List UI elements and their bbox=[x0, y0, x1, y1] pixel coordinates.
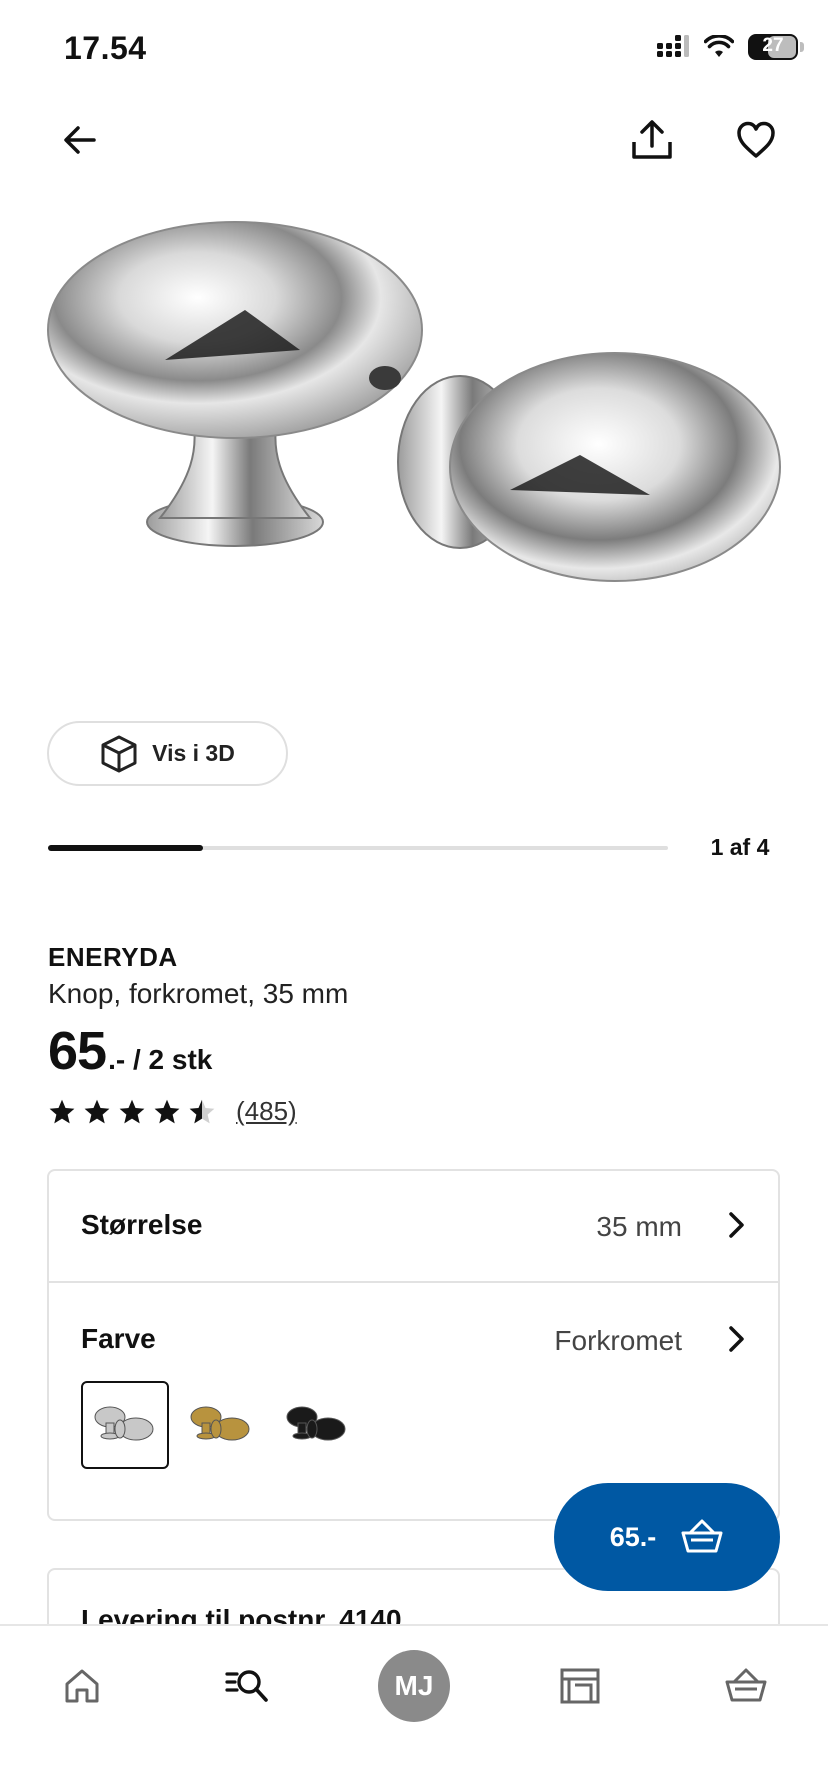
avatar: MJ bbox=[378, 1650, 450, 1722]
battery-icon: 27 bbox=[748, 34, 804, 60]
nav-search[interactable] bbox=[206, 1644, 290, 1728]
battery-level: 27 bbox=[762, 35, 784, 56]
search-icon bbox=[225, 1670, 268, 1702]
nav-cart[interactable] bbox=[704, 1644, 788, 1728]
share-icon bbox=[632, 120, 672, 159]
gallery-progress-fill bbox=[48, 845, 203, 851]
star-icon bbox=[119, 1099, 145, 1123]
gallery-progress[interactable] bbox=[48, 845, 668, 851]
status-time: 17.54 bbox=[64, 30, 147, 66]
size-value: 35 mm bbox=[596, 1211, 682, 1242]
knob-thumbnail-icon bbox=[94, 1406, 154, 1441]
color-value: Forkromet bbox=[554, 1325, 682, 1356]
star-icon bbox=[84, 1099, 110, 1123]
price-suffix: .- / 2 stk bbox=[108, 1044, 213, 1075]
chevron-right-icon bbox=[729, 1326, 744, 1352]
add-to-cart-button[interactable]: 65.- bbox=[554, 1483, 780, 1591]
status-bar: 17.54 27 bbox=[0, 0, 828, 100]
color-swatch[interactable] bbox=[81, 1381, 169, 1469]
knob-thumbnail-icon bbox=[190, 1406, 250, 1441]
status-icons: 27 bbox=[656, 34, 804, 60]
color-swatches bbox=[81, 1381, 361, 1469]
heart-icon bbox=[737, 121, 775, 158]
color-swatch[interactable] bbox=[177, 1381, 265, 1469]
nav-stores[interactable] bbox=[538, 1644, 622, 1728]
wifi-icon bbox=[704, 35, 734, 57]
knob-thumbnail-icon bbox=[286, 1406, 346, 1441]
color-label: Farve bbox=[81, 1323, 156, 1354]
size-option[interactable]: Størrelse 35 mm bbox=[49, 1171, 778, 1283]
basket-icon bbox=[681, 1519, 723, 1553]
top-nav bbox=[0, 100, 828, 180]
store-icon bbox=[560, 1668, 600, 1704]
rating-count-link[interactable]: (485) bbox=[236, 1096, 297, 1127]
bottom-nav: MJ bbox=[0, 1624, 828, 1792]
home-icon bbox=[65, 1669, 99, 1703]
gallery-counter: 1 af 4 bbox=[710, 834, 770, 860]
star-icon bbox=[154, 1099, 180, 1123]
product-name: ENERYDA bbox=[48, 942, 178, 972]
view-3d-button[interactable]: Vis i 3D bbox=[47, 721, 288, 786]
star-icon bbox=[189, 1099, 215, 1123]
favorite-button[interactable] bbox=[724, 108, 788, 172]
basket-icon bbox=[725, 1668, 767, 1702]
product-price: 65 .- / 2 stk bbox=[48, 1020, 212, 1082]
nav-home[interactable] bbox=[40, 1644, 124, 1728]
signal-icon bbox=[657, 35, 689, 57]
share-button[interactable] bbox=[620, 108, 684, 172]
star-icon bbox=[49, 1099, 75, 1123]
size-label: Størrelse bbox=[81, 1209, 203, 1240]
color-swatch[interactable] bbox=[273, 1381, 361, 1469]
price-main: 65 bbox=[48, 1021, 107, 1081]
rating-stars bbox=[48, 1098, 216, 1126]
cube-icon bbox=[101, 735, 137, 772]
product-image[interactable] bbox=[0, 200, 828, 640]
options-card: Størrelse 35 mm Farve Forkromet bbox=[47, 1169, 780, 1521]
product-image-illustration bbox=[47, 221, 781, 582]
add-to-cart-price: 65.- bbox=[609, 1521, 657, 1552]
back-button[interactable] bbox=[48, 108, 112, 172]
product-description: Knop, forkromet, 35 mm bbox=[48, 978, 349, 1009]
view-3d-label: Vis i 3D bbox=[152, 740, 235, 766]
rating[interactable]: (485) bbox=[48, 1096, 297, 1127]
arrow-left-icon bbox=[64, 126, 96, 154]
nav-profile[interactable]: MJ bbox=[372, 1644, 456, 1728]
chevron-right-icon bbox=[729, 1212, 744, 1238]
